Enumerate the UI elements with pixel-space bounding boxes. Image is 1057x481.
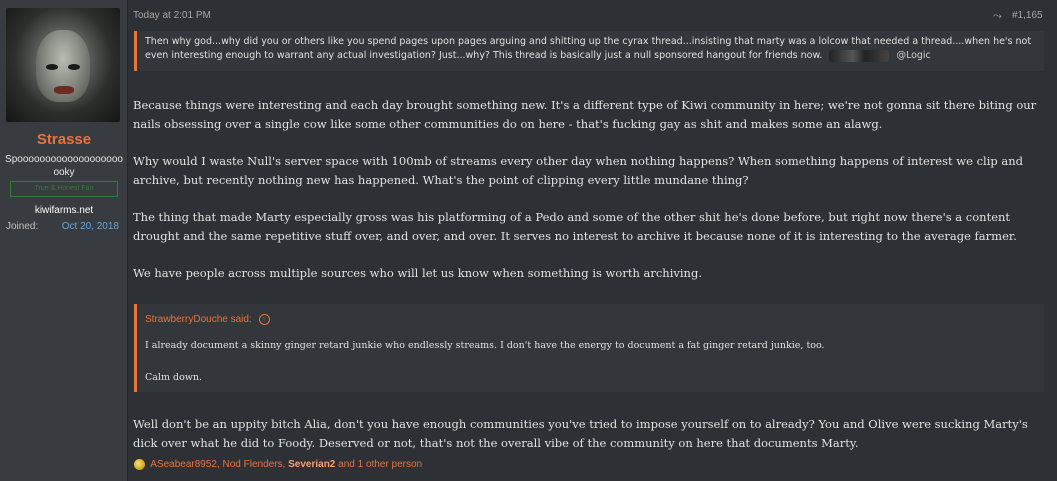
quoted-message: Then why god...why did you or others lik… — [134, 31, 1044, 71]
mention-link[interactable]: @Logic — [896, 50, 930, 61]
post-paragraph-1: Because things were interesting and each… — [133, 98, 1037, 131]
user-sidebar: Strasse Spoooooooooooooooooooooky True &… — [0, 0, 128, 481]
quote-author[interactable]: StrawberryDouche said: ↑ — [145, 314, 270, 325]
post-paragraph-3: The thing that made Marty especially gro… — [133, 210, 1017, 243]
reaction-icon — [134, 459, 145, 470]
avatar-mouth — [54, 86, 74, 94]
quote-block: StrawberryDouche said: ↑ I already docum… — [134, 304, 1044, 392]
arrow-up-icon[interactable]: ↑ — [258, 314, 270, 325]
user-site: kiwifarms.net — [34, 205, 94, 216]
reaction-users[interactable]: ASeabear8952, Nod Flenders, — [150, 459, 288, 470]
joined-value: Oct 20, 2018 — [61, 221, 119, 232]
user-title: Spoooooooooooooooooooooky — [5, 154, 123, 178]
avatar[interactable] — [6, 8, 120, 122]
quote-author-text[interactable]: StrawberryDouche said: — [145, 314, 252, 325]
quote-line-2: Calm down. — [145, 372, 203, 383]
username[interactable]: Strasse — [0, 131, 128, 148]
avatar-eye-left — [46, 64, 58, 70]
forum-post: Strasse Spoooooooooooooooooooooky True &… — [0, 0, 1057, 481]
post-paragraph-5: Well don't be an uppity bitch Alia, don'… — [133, 417, 1028, 450]
reaction-user-bold[interactable]: Severian2 — [288, 459, 335, 470]
avatar-eye-right — [68, 64, 80, 70]
reaction-rest[interactable]: and 1 other person — [338, 459, 422, 470]
post-paragraph-4: We have people across multiple sources w… — [133, 266, 702, 280]
post-timestamp[interactable]: Today at 2:01 PM — [133, 10, 211, 21]
user-banner: True & Honest Fan — [10, 181, 118, 197]
post-number[interactable]: #1,165 — [1012, 10, 1043, 21]
joined-label: Joined: — [6, 221, 39, 232]
post-paragraph-2: Why would I waste Null's server space wi… — [133, 154, 1024, 187]
emoji-image — [829, 49, 890, 62]
quote-line-1: I already document a skinny ginger retar… — [145, 340, 825, 351]
reactions-bar[interactable]: ASeabear8952, Nod Flenders, Severian2 an… — [134, 459, 422, 470]
share-icon[interactable]: ⤳ — [993, 10, 1002, 23]
